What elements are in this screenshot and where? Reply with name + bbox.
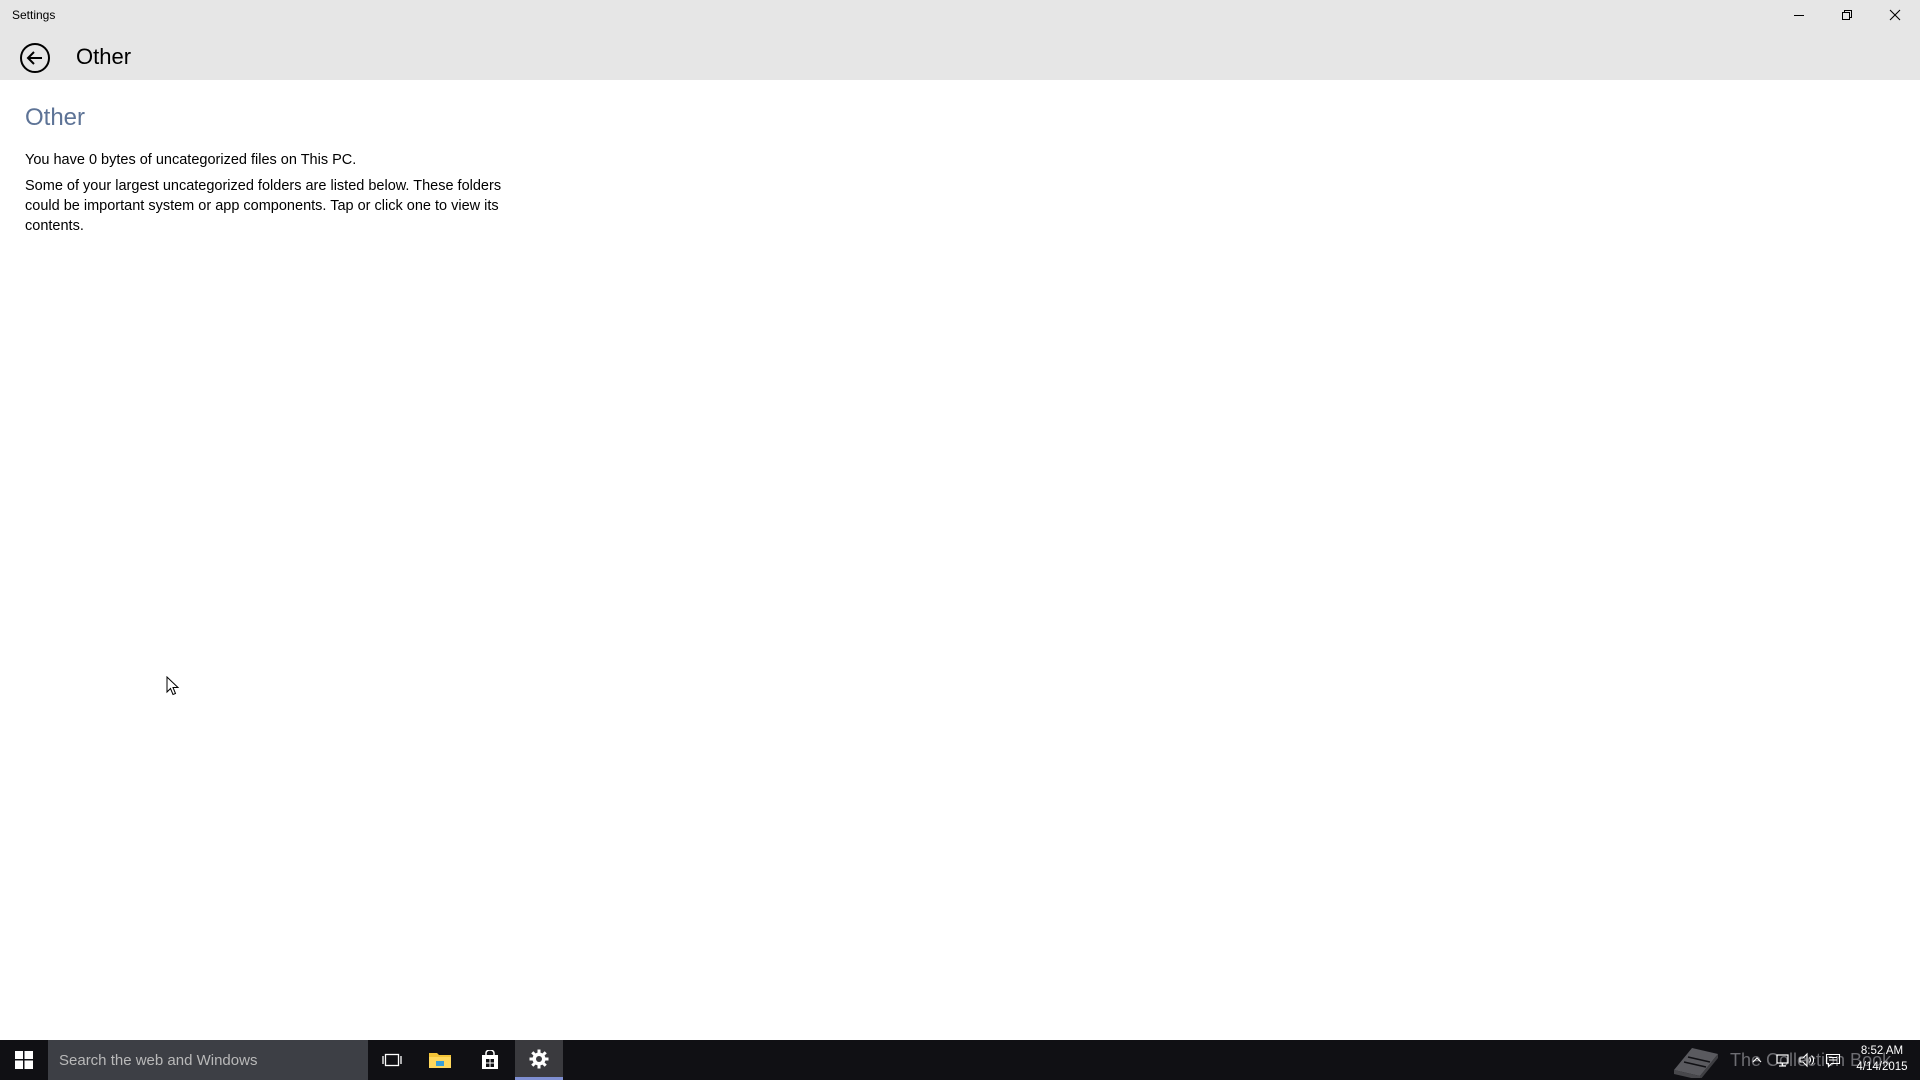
settings-app-button[interactable]	[515, 1040, 563, 1080]
page-title: Other	[76, 44, 132, 69]
file-explorer-icon	[429, 1053, 451, 1068]
window-titlebar: Settings	[0, 0, 1920, 30]
main-content: Other You have 0 bytes of uncategorized …	[25, 104, 505, 236]
action-center-icon	[1825, 1053, 1841, 1068]
clock-date: 4/14/2015	[1856, 1061, 1908, 1073]
restore-button[interactable]	[1824, 0, 1870, 30]
page-header: Other	[0, 30, 1920, 80]
task-view-icon	[382, 1053, 402, 1067]
chevron-up-icon	[1752, 1057, 1762, 1063]
volume-icon	[1799, 1052, 1814, 1068]
close-icon	[1889, 9, 1901, 21]
action-center-button[interactable]	[1822, 1040, 1844, 1080]
section-title: Other	[25, 104, 86, 131]
window-title: Settings	[12, 8, 56, 22]
storage-description-text: Some of your largest uncategorized folde…	[25, 178, 502, 234]
search-input[interactable]	[48, 1040, 368, 1080]
network-button[interactable]	[1772, 1040, 1794, 1080]
restore-icon	[1842, 10, 1852, 20]
file-explorer-button[interactable]	[416, 1040, 464, 1080]
close-button[interactable]	[1872, 0, 1918, 30]
network-icon	[1776, 1054, 1789, 1067]
store-icon	[482, 1050, 498, 1069]
windows-logo-icon	[15, 1051, 33, 1069]
volume-button[interactable]	[1796, 1040, 1818, 1080]
task-view-button[interactable]	[368, 1040, 416, 1080]
start-button[interactable]	[0, 1040, 48, 1080]
clock-time: 8:52 AM	[1860, 1045, 1904, 1057]
taskbar: The Collection Book 8:52 AM 4/14/2015	[0, 1040, 1920, 1080]
mouse-cursor-icon	[166, 675, 180, 701]
show-hidden-icons-button[interactable]	[1748, 1040, 1766, 1080]
storage-summary-text: You have 0 bytes of uncategorized files …	[25, 152, 357, 168]
minimize-button[interactable]	[1776, 0, 1822, 30]
minimize-icon	[1794, 15, 1804, 16]
book-logo-icon	[1674, 1048, 1718, 1078]
store-button[interactable]	[466, 1040, 514, 1080]
back-arrow-icon	[20, 43, 50, 73]
taskbar-clock[interactable]: 8:52 AM 4/14/2015	[1850, 1043, 1914, 1075]
back-button[interactable]	[16, 39, 54, 77]
taskbar-search-box[interactable]	[48, 1040, 368, 1080]
settings-gear-icon	[529, 1049, 549, 1068]
